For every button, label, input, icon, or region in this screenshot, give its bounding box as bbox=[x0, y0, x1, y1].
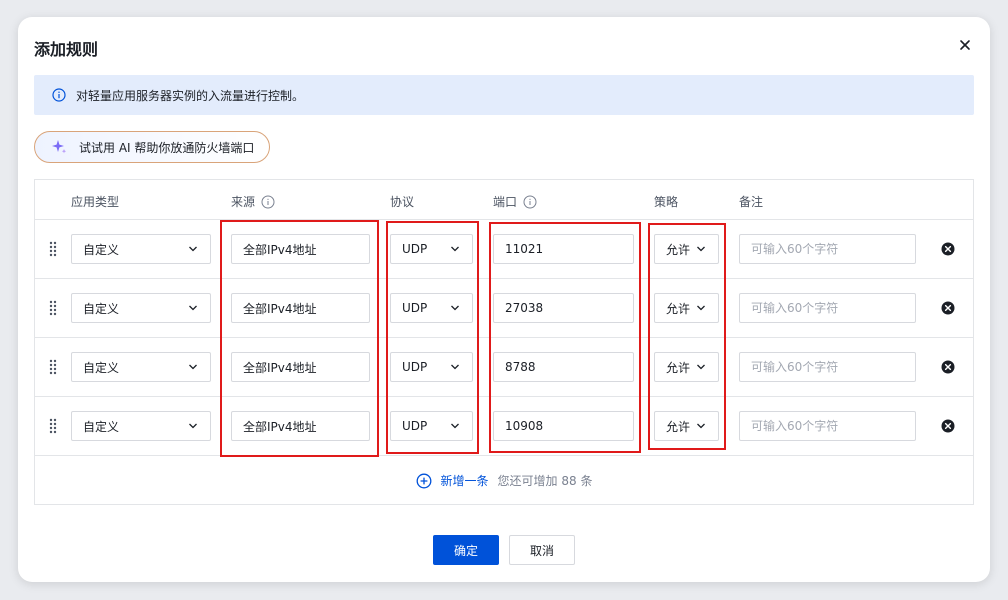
source-input[interactable]: 全部IPv4地址 bbox=[231, 352, 370, 382]
table-row: 自定义 全部IPv4地址 UDP 27038 允许 bbox=[35, 279, 973, 338]
table-row: 自定义 全部IPv4地址 UDP 11021 允许 bbox=[35, 220, 973, 279]
chevron-down-icon bbox=[696, 421, 706, 431]
drag-handle-icon[interactable] bbox=[48, 300, 58, 316]
table-row: 自定义 全部IPv4地址 UDP 10908 允许 bbox=[35, 397, 973, 456]
policy-select[interactable]: 允许 bbox=[654, 234, 719, 264]
protocol-select[interactable]: UDP bbox=[390, 411, 473, 441]
rule-table: 应用类型 来源 协议 端口 策略 备注 自定义 全部IPv4地址 UDP 110… bbox=[34, 179, 974, 505]
app-type-select[interactable]: 自定义 bbox=[71, 234, 211, 264]
app-type-select[interactable]: 自定义 bbox=[71, 352, 211, 382]
port-input[interactable]: 8788 bbox=[493, 352, 634, 382]
chevron-down-icon bbox=[450, 303, 460, 313]
remark-field[interactable] bbox=[739, 411, 916, 441]
help-circle-icon[interactable] bbox=[261, 195, 275, 209]
port-input[interactable]: 11021 bbox=[493, 234, 634, 264]
app-type-select[interactable]: 自定义 bbox=[71, 411, 211, 441]
remark-field[interactable] bbox=[739, 352, 916, 382]
help-circle-icon[interactable] bbox=[523, 195, 537, 209]
chevron-down-icon bbox=[696, 303, 706, 313]
remark-input[interactable] bbox=[751, 301, 915, 315]
remove-row-icon[interactable] bbox=[941, 301, 955, 315]
drag-handle-icon[interactable] bbox=[48, 418, 58, 434]
remove-row-icon[interactable] bbox=[941, 360, 955, 374]
ai-assist-button[interactable]: 试试用 AI 帮助你放通防火墙端口 bbox=[34, 131, 270, 163]
plus-circle-icon[interactable] bbox=[416, 473, 432, 489]
chevron-down-icon bbox=[188, 421, 198, 431]
chevron-down-icon bbox=[450, 244, 460, 254]
header-app-type: 应用类型 bbox=[71, 193, 119, 210]
policy-select[interactable]: 允许 bbox=[654, 352, 719, 382]
chevron-down-icon bbox=[696, 362, 706, 372]
policy-select[interactable]: 允许 bbox=[654, 293, 719, 323]
source-input[interactable]: 全部IPv4地址 bbox=[231, 411, 370, 441]
remark-input[interactable] bbox=[751, 419, 915, 433]
table-header: 应用类型 来源 协议 端口 策略 备注 bbox=[35, 180, 973, 220]
header-policy: 策略 bbox=[654, 193, 678, 210]
add-rule-dialog: 添加规则 对轻量应用服务器实例的入流量进行控制。 试试用 AI 帮助你放通防火墙… bbox=[18, 17, 990, 582]
chevron-down-icon bbox=[696, 244, 706, 254]
remove-row-icon[interactable] bbox=[941, 242, 955, 256]
header-remark: 备注 bbox=[739, 193, 763, 210]
notice-text: 对轻量应用服务器实例的入流量进行控制。 bbox=[76, 87, 304, 104]
remark-field[interactable] bbox=[739, 293, 916, 323]
policy-select[interactable]: 允许 bbox=[654, 411, 719, 441]
header-source: 来源 bbox=[231, 193, 275, 210]
drag-handle-icon[interactable] bbox=[48, 241, 58, 257]
add-row-link[interactable]: 新增一条 bbox=[441, 472, 489, 489]
remark-field[interactable] bbox=[739, 234, 916, 264]
chevron-down-icon bbox=[450, 421, 460, 431]
info-icon bbox=[52, 88, 66, 102]
port-input[interactable]: 27038 bbox=[493, 293, 634, 323]
drag-handle-icon[interactable] bbox=[48, 359, 58, 375]
protocol-select[interactable]: UDP bbox=[390, 293, 473, 323]
cancel-button[interactable]: 取消 bbox=[509, 535, 575, 565]
port-input[interactable]: 10908 bbox=[493, 411, 634, 441]
table-row: 自定义 全部IPv4地址 UDP 8788 允许 bbox=[35, 338, 973, 397]
source-input[interactable]: 全部IPv4地址 bbox=[231, 234, 370, 264]
source-input[interactable]: 全部IPv4地址 bbox=[231, 293, 370, 323]
chevron-down-icon bbox=[188, 303, 198, 313]
confirm-button[interactable]: 确定 bbox=[433, 535, 499, 565]
add-row-area: 新增一条 您还可增加 88 条 bbox=[35, 456, 973, 505]
dialog-title: 添加规则 bbox=[34, 36, 98, 60]
protocol-select[interactable]: UDP bbox=[390, 234, 473, 264]
sparkle-icon bbox=[51, 139, 67, 155]
chevron-down-icon bbox=[450, 362, 460, 372]
app-type-select[interactable]: 自定义 bbox=[71, 293, 211, 323]
chevron-down-icon bbox=[188, 362, 198, 372]
remark-input[interactable] bbox=[751, 360, 915, 374]
protocol-select[interactable]: UDP bbox=[390, 352, 473, 382]
header-protocol: 协议 bbox=[390, 193, 414, 210]
remove-row-icon[interactable] bbox=[941, 419, 955, 433]
remaining-count-text: 您还可增加 88 条 bbox=[498, 472, 593, 489]
remark-input[interactable] bbox=[751, 242, 915, 256]
info-notice: 对轻量应用服务器实例的入流量进行控制。 bbox=[34, 75, 974, 115]
chevron-down-icon bbox=[188, 244, 198, 254]
ai-button-label: 试试用 AI 帮助你放通防火墙端口 bbox=[79, 139, 254, 156]
header-port: 端口 bbox=[493, 193, 537, 210]
close-icon[interactable] bbox=[957, 37, 973, 53]
